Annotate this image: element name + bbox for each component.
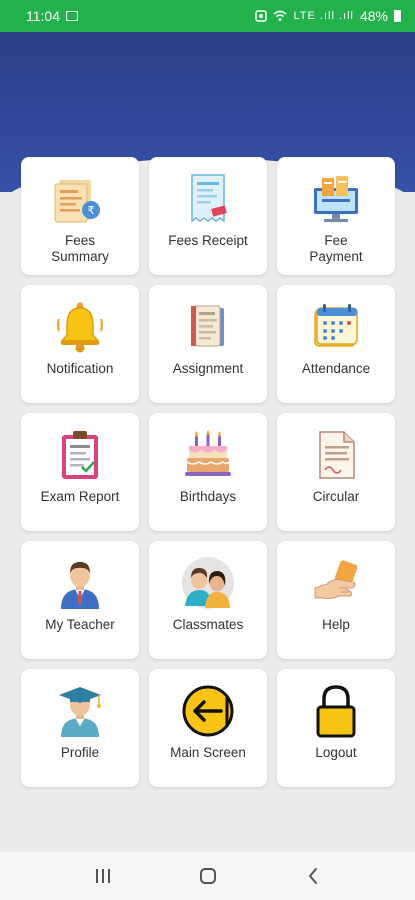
tile-label: Logout — [315, 745, 357, 760]
document-icon — [308, 427, 364, 483]
tile-profile[interactable]: Profile — [21, 669, 139, 787]
recents-button[interactable] — [83, 856, 123, 896]
status-time: 11:04 — [26, 8, 60, 24]
tile-label: Assignment — [172, 361, 244, 376]
status-right: LTE .ıll .ıll 48% — [255, 8, 401, 24]
fees-receipt-icon — [180, 171, 236, 227]
tile-classmates[interactable]: Classmates — [149, 541, 267, 659]
tile-label: Fee Payment — [309, 233, 363, 264]
tile-fees-summary[interactable]: ₹ Fees Summary — [21, 157, 139, 275]
battery-percent: 48% — [359, 8, 388, 24]
tile-label: Attendance — [301, 361, 371, 376]
cake-icon — [180, 427, 236, 483]
tile-label: Circular — [312, 489, 360, 504]
tile-main-screen[interactable]: Main Screen — [149, 669, 267, 787]
bell-icon — [52, 299, 108, 355]
assignment-icon — [180, 299, 236, 355]
tile-birthdays[interactable]: Birthdays — [149, 413, 267, 531]
svg-text:₹: ₹ — [88, 204, 95, 217]
tile-label: Fees Receipt — [168, 233, 248, 248]
recents-icon — [95, 869, 110, 883]
tile-label: My Teacher — [45, 617, 115, 632]
status-bar: 11:04 LTE .ıll .ıll 48% — [0, 0, 415, 32]
back-icon — [308, 868, 317, 884]
alarm-icon — [255, 10, 268, 22]
home-icon — [199, 868, 216, 884]
image-icon — [66, 11, 78, 21]
classmates-icon — [180, 555, 236, 611]
tile-fee-payment[interactable]: Fee Payment — [277, 157, 395, 275]
menu-grid: ₹ Fees Summary Fees Receipt Fee Payment … — [21, 157, 395, 787]
battery-icon — [394, 10, 401, 22]
tile-my-teacher[interactable]: My Teacher — [21, 541, 139, 659]
teacher-icon — [52, 555, 108, 611]
clipboard-icon — [52, 427, 108, 483]
tile-label: Notification — [46, 361, 114, 376]
tile-attendance[interactable]: Attendance — [277, 285, 395, 403]
signal-text: LTE .ıll .ıll — [293, 10, 354, 22]
tile-exam-report[interactable]: Exam Report — [21, 413, 139, 531]
tile-logout[interactable]: Logout — [277, 669, 395, 787]
back-button[interactable] — [293, 856, 333, 896]
tile-fees-receipt[interactable]: Fees Receipt — [149, 157, 267, 275]
tile-notification[interactable]: Notification — [21, 285, 139, 403]
tile-label: Help — [322, 617, 350, 632]
padlock-icon — [308, 683, 364, 739]
tile-label: Birthdays — [179, 489, 237, 504]
status-left: 11:04 — [26, 8, 78, 24]
tile-assignment[interactable]: Assignment — [149, 285, 267, 403]
tile-help[interactable]: Help — [277, 541, 395, 659]
system-navbar — [0, 852, 415, 900]
arrow-left-circle-icon — [180, 683, 236, 739]
wifi-icon — [274, 10, 287, 21]
fee-payment-icon — [308, 171, 364, 227]
tile-label: Profile — [60, 745, 100, 760]
help-hand-icon — [308, 555, 364, 611]
calendar-icon — [308, 299, 364, 355]
fees-summary-icon: ₹ — [52, 171, 108, 227]
tile-circular[interactable]: Circular — [277, 413, 395, 531]
home-button[interactable] — [188, 856, 228, 896]
tile-label: Exam Report — [40, 489, 120, 504]
tile-label: Classmates — [172, 617, 244, 632]
tile-label: Fees Summary — [51, 233, 109, 264]
tile-label: Main Screen — [170, 745, 246, 760]
graduate-icon — [52, 683, 108, 739]
